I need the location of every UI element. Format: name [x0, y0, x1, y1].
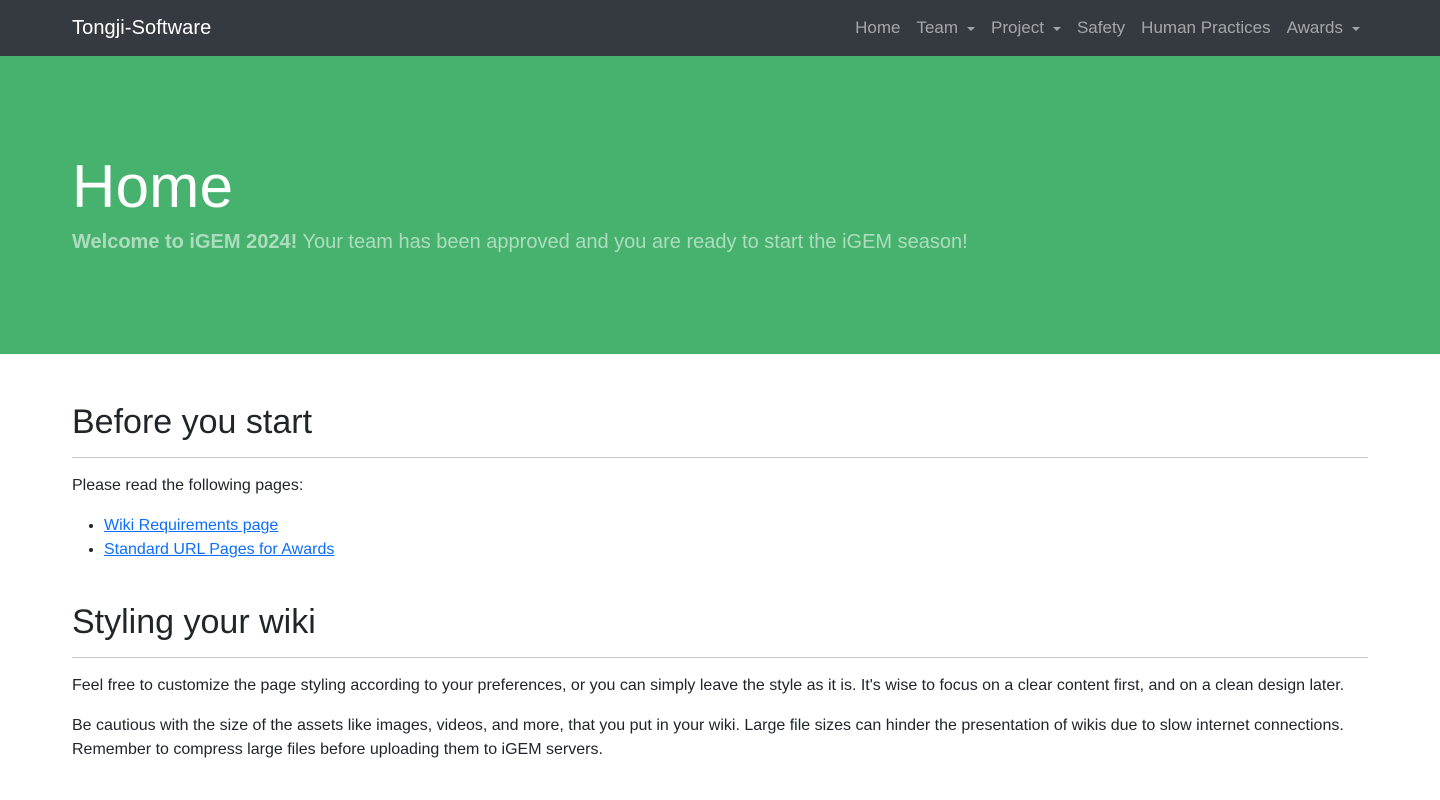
- section-styling-your-wiki: Styling your wiki Feel free to customize…: [72, 562, 1368, 762]
- section-divider: [72, 657, 1368, 658]
- section-heading: Styling your wiki: [72, 603, 316, 641]
- wiki-requirements-link[interactable]: Wiki Requirements page: [104, 517, 278, 534]
- section-heading: Before you start: [72, 403, 313, 441]
- caret-down-icon: [967, 27, 976, 31]
- brand-link[interactable]: Tongji-Software: [72, 17, 211, 40]
- nav-item-awards[interactable]: Awards: [1279, 18, 1368, 38]
- hero-banner: Home Welcome to iGEM 2024! Your team has…: [0, 56, 1440, 354]
- hero-lead-strong: Welcome to iGEM 2024!: [72, 231, 298, 253]
- hero-lead: Welcome to iGEM 2024! Your team has been…: [72, 231, 968, 254]
- nav-item-label: Team: [916, 18, 959, 37]
- main-content: Before you start Please read the followi…: [0, 354, 1440, 762]
- section-divider: [72, 457, 1368, 458]
- list-item: Wiki Requirements page: [104, 514, 1368, 538]
- nav-item-home[interactable]: Home: [847, 18, 908, 38]
- nav-item-safety[interactable]: Safety: [1069, 18, 1133, 38]
- standard-url-pages-link[interactable]: Standard URL Pages for Awards: [104, 541, 334, 558]
- section-before-you-start: Before you start Please read the followi…: [72, 354, 1368, 562]
- nav-item-label: Safety: [1076, 18, 1126, 37]
- nav-item-human-practices[interactable]: Human Practices: [1133, 18, 1278, 38]
- main-nav: Home Team Project Safety Human Practices…: [847, 18, 1368, 38]
- nav-item-label: Awards: [1286, 18, 1343, 37]
- page-title: Home: [72, 153, 234, 220]
- nav-item-label: Home: [855, 18, 901, 37]
- caret-down-icon: [1352, 27, 1360, 31]
- link-list: Wiki Requirements page Standard URL Page…: [72, 514, 1368, 562]
- section-paragraph: Be cautious with the size of the assets …: [72, 717, 1344, 758]
- top-navbar: Tongji-Software Home Team Project Safety…: [0, 0, 1440, 56]
- nav-item-project[interactable]: Project: [983, 18, 1069, 38]
- list-item: Standard URL Pages for Awards: [104, 538, 1368, 562]
- section-intro: Please read the following pages:: [72, 477, 304, 494]
- nav-item-team[interactable]: Team: [908, 18, 983, 38]
- section-paragraph: Feel free to customize the page styling …: [72, 677, 1345, 694]
- caret-down-icon: [1052, 27, 1061, 31]
- nav-item-label: Human Practices: [1141, 18, 1271, 37]
- nav-item-label: Project: [991, 18, 1044, 37]
- hero-lead-text: Your team has been approved and you are …: [297, 231, 968, 253]
